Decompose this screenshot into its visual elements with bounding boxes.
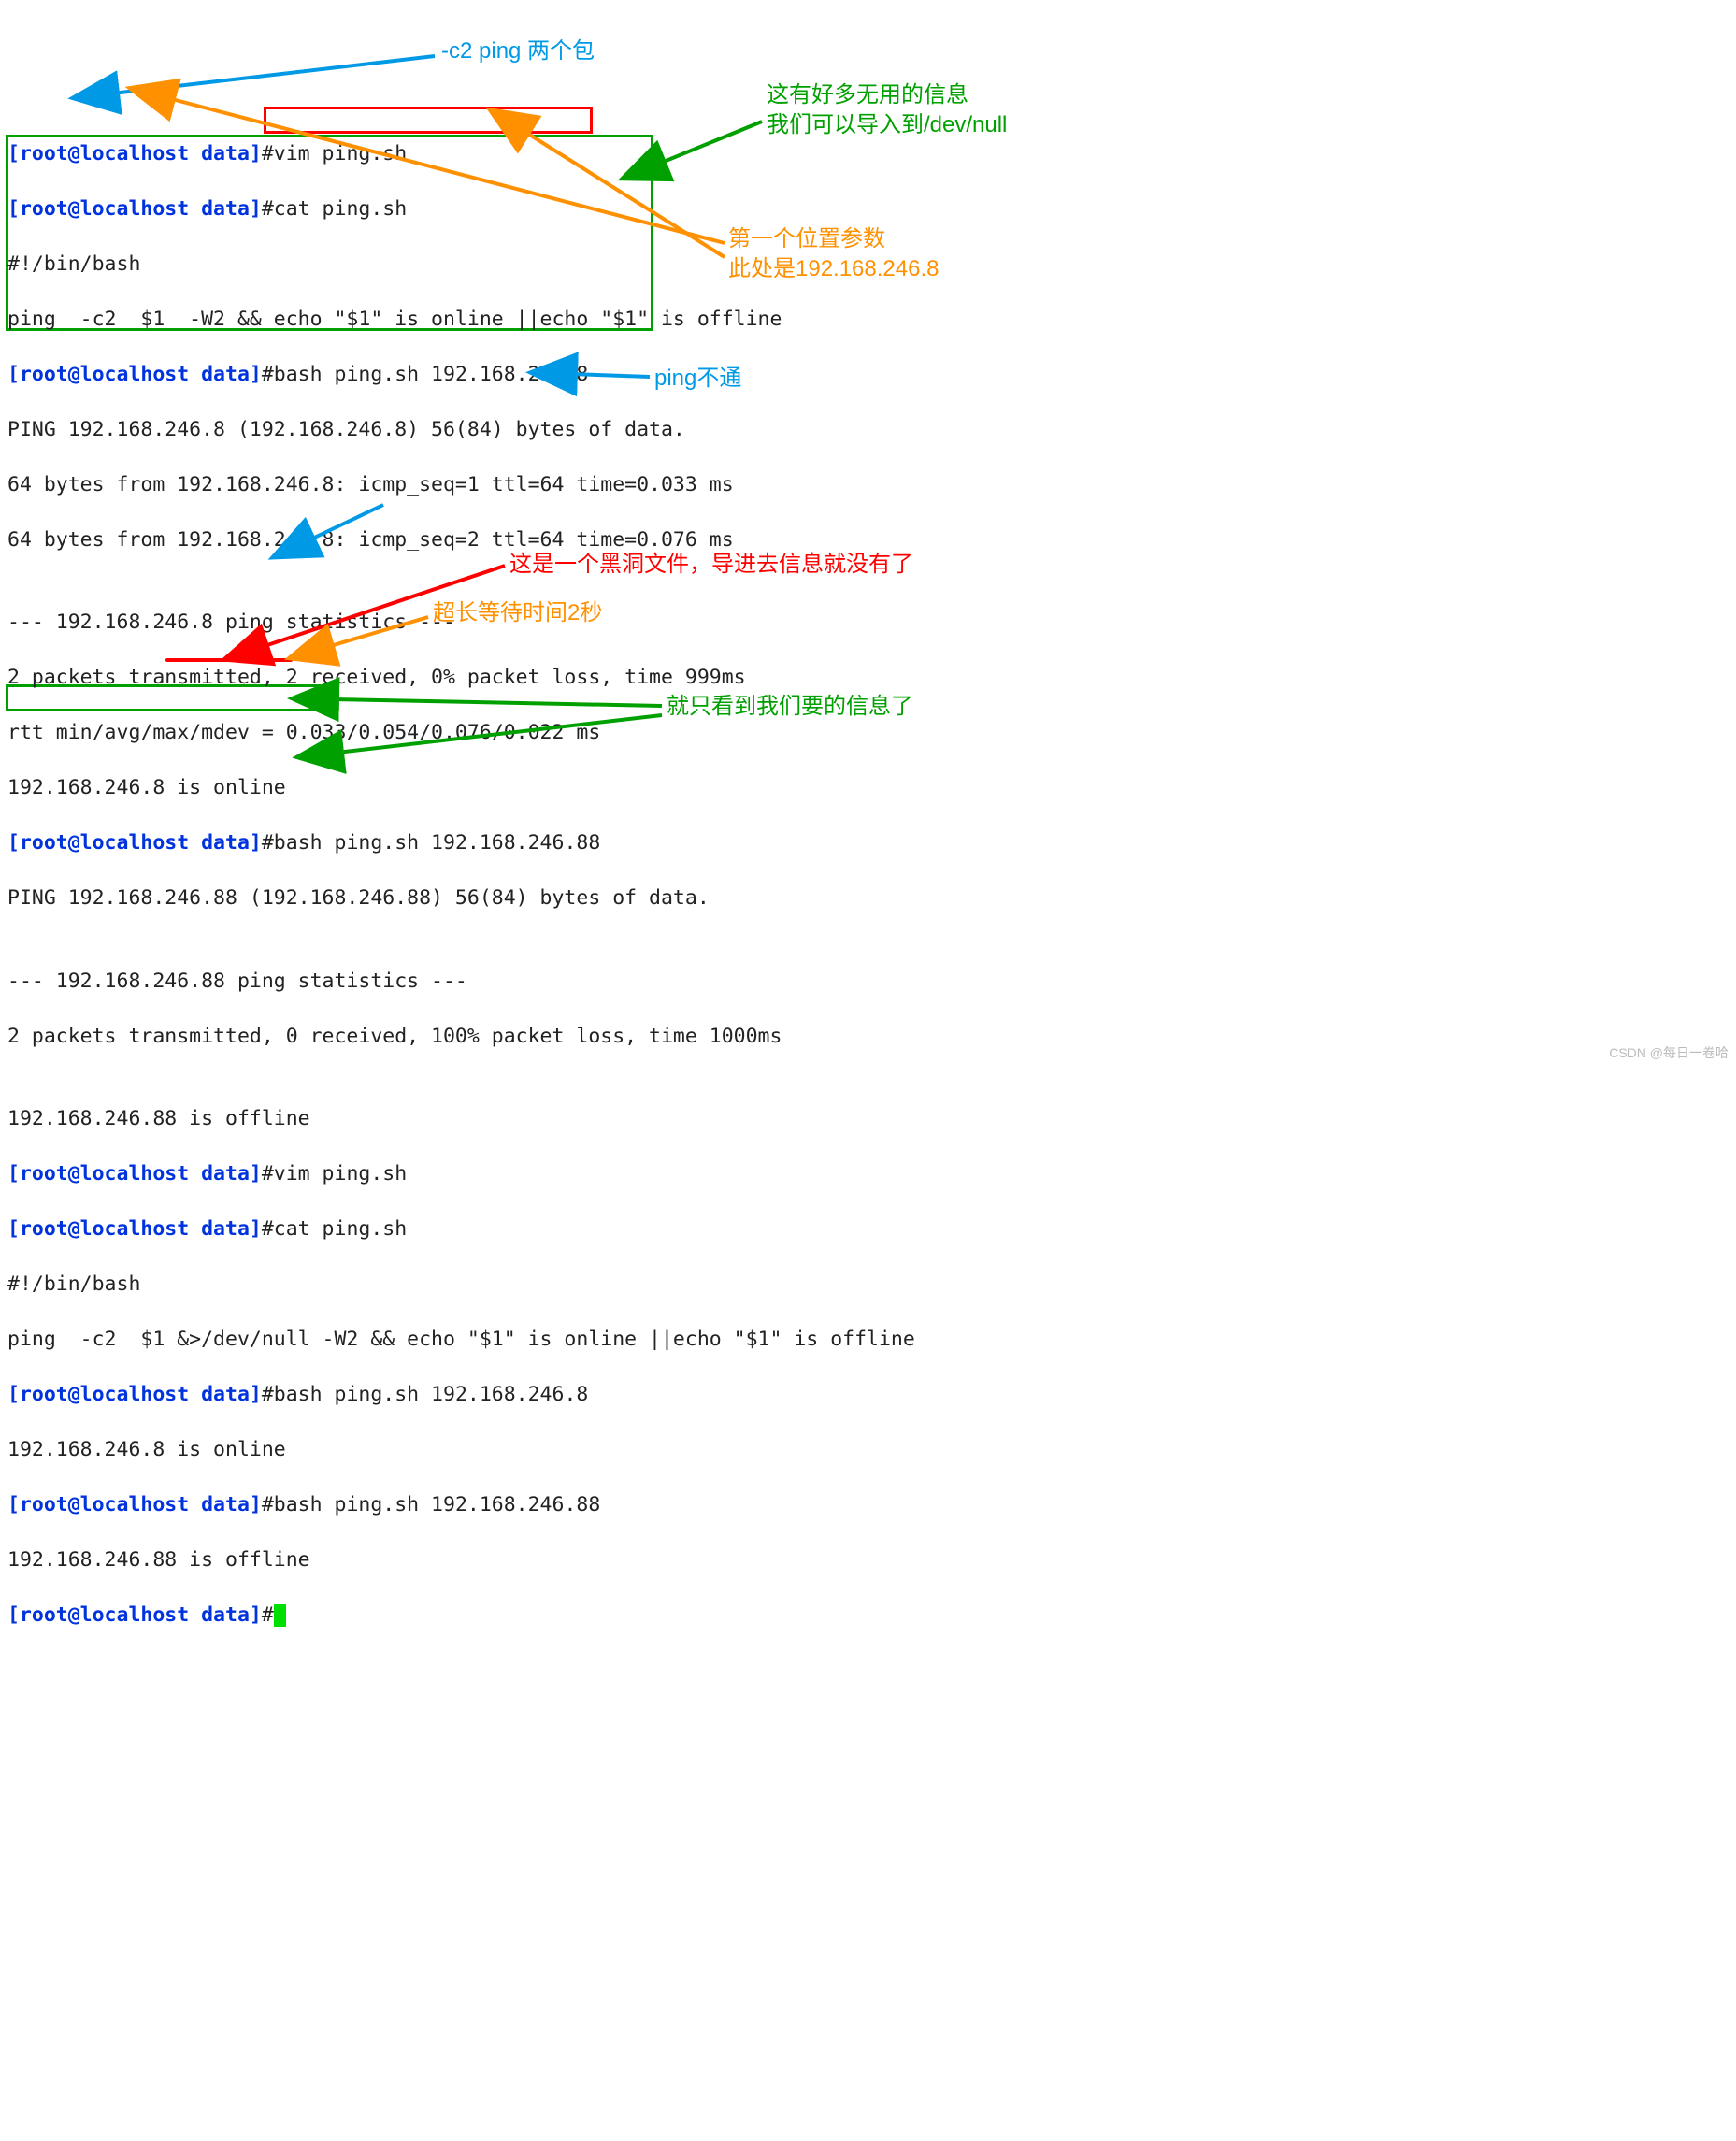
shell-prompt: [root@localhost data] <box>7 1493 262 1516</box>
annotation-useless-info: 这有好多无用的信息 我们可以导入到/dev/null <box>767 80 1007 140</box>
terminal-line: PING 192.168.246.8 (192.168.246.8) 56(84… <box>7 416 1729 444</box>
annotation-param1: 第一个位置参数 此处是192.168.246.8 <box>728 224 939 284</box>
annotation-blackhole: 这是一个黑洞文件，导进去信息就没有了 <box>509 551 913 579</box>
terminal-line: [root@localhost data]#vim ping.sh <box>7 140 1729 168</box>
terminal-line: [root@localhost data]#bash ping.sh 192.1… <box>7 1381 1729 1409</box>
shell-prompt: [root@localhost data] <box>7 1383 262 1406</box>
terminal-line: rtt min/avg/max/mdev = 0.033/0.054/0.076… <box>7 719 1729 747</box>
terminal-line: --- 192.168.246.8 ping statistics --- <box>7 609 1729 637</box>
terminal-line: [root@localhost data]#cat ping.sh <box>7 1215 1729 1243</box>
annotation-clean-output: 就只看到我们要的信息了 <box>667 692 913 722</box>
terminal-line: [root@localhost data]#bash ping.sh 192.1… <box>7 1491 1729 1519</box>
terminal-line: #!/bin/bash <box>7 1271 1729 1299</box>
terminal-line: 2 packets transmitted, 2 received, 0% pa… <box>7 664 1729 692</box>
annotation-ping-fail: ping不通 <box>654 365 741 393</box>
cursor-icon <box>274 1604 286 1627</box>
terminal-line: 2 packets transmitted, 0 received, 100% … <box>7 1023 1729 1051</box>
shell-prompt: [root@localhost data] <box>7 1162 262 1185</box>
shell-prompt: [root@localhost data] <box>7 831 262 855</box>
terminal-line: 192.168.246.88 is offline <box>7 1105 1729 1133</box>
shell-prompt: [root@localhost data] <box>7 1603 262 1627</box>
terminal-line: PING 192.168.246.88 (192.168.246.88) 56(… <box>7 884 1729 912</box>
watermark: CSDN @每日一卷哈 <box>1609 1040 1729 1068</box>
annotation-wait-time: 超长等待时间2秒 <box>433 598 602 628</box>
terminal-line: ping -c2 $1 -W2 && echo "$1" is online |… <box>7 306 1729 334</box>
red-highlight-box <box>264 107 593 134</box>
terminal-line: [root@localhost data]# <box>7 1602 1729 1630</box>
terminal-line: 192.168.246.8 is online <box>7 774 1729 802</box>
terminal-line: --- 192.168.246.88 ping statistics --- <box>7 968 1729 996</box>
annotation-c2-label: -c2 ping 两个包 <box>441 37 595 65</box>
terminal-line: 64 bytes from 192.168.246.8: icmp_seq=1 … <box>7 471 1729 499</box>
shell-prompt: [root@localhost data] <box>7 1217 262 1241</box>
terminal-line: 192.168.246.88 is offline <box>7 1546 1729 1574</box>
red-underline <box>165 658 293 662</box>
terminal-line: [root@localhost data]#cat ping.sh <box>7 195 1729 223</box>
terminal-line: 64 bytes from 192.168.246.8: icmp_seq=2 … <box>7 526 1729 554</box>
terminal-line: [root@localhost data]#bash ping.sh 192.1… <box>7 361 1729 389</box>
shell-prompt: [root@localhost data] <box>7 197 262 221</box>
terminal-line: [root@localhost data]#vim ping.sh <box>7 1160 1729 1188</box>
terminal-line: [root@localhost data]#bash ping.sh 192.1… <box>7 829 1729 857</box>
shell-prompt: [root@localhost data] <box>7 363 262 386</box>
terminal-line: 192.168.246.8 is online <box>7 1436 1729 1464</box>
terminal-line: ping -c2 $1 &>/dev/null -W2 && echo "$1"… <box>7 1326 1729 1354</box>
shell-prompt: [root@localhost data] <box>7 142 262 165</box>
